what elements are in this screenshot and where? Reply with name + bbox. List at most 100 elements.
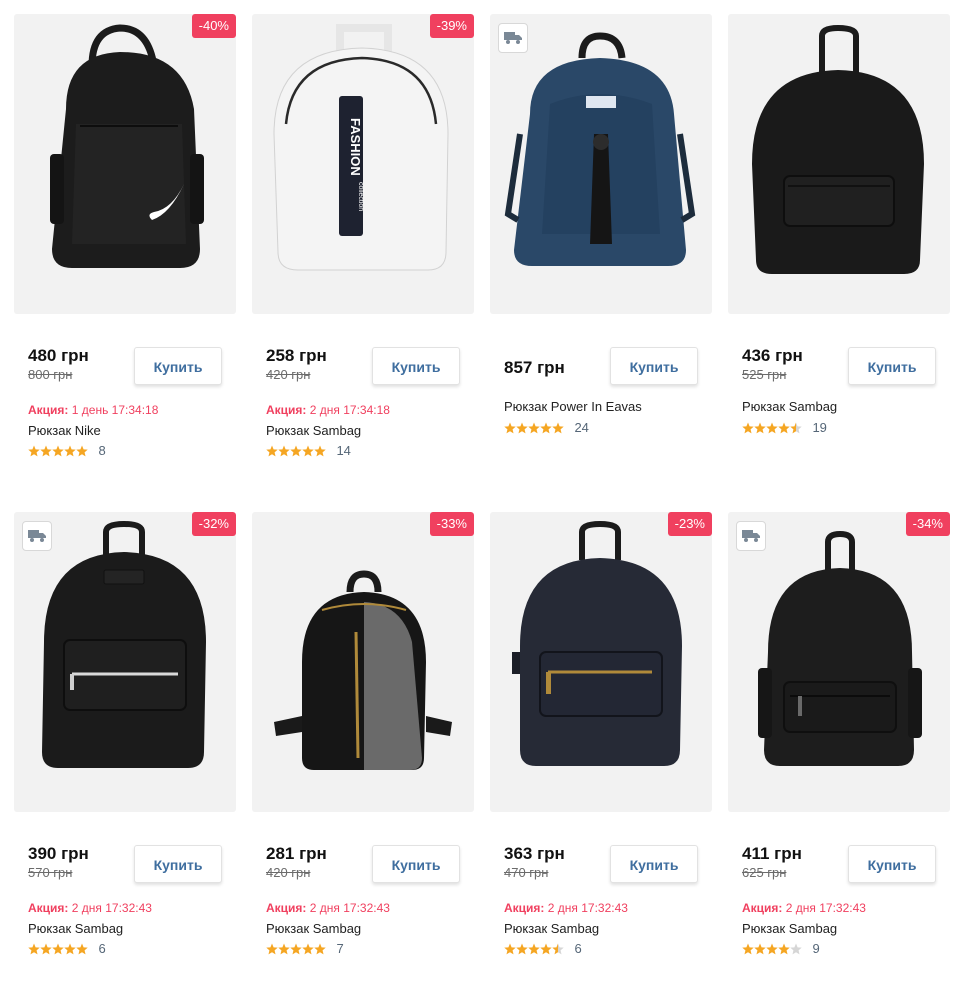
star-icon [528, 943, 540, 955]
price: 281 грн [266, 844, 327, 863]
star-icon [516, 943, 528, 955]
buy-button[interactable]: Купить [134, 845, 222, 883]
truck-icon [742, 530, 760, 542]
discount-badge: -34% [905, 512, 950, 536]
buy-button[interactable]: Купить [372, 347, 460, 385]
product-name[interactable]: Рюкзак Sambag [266, 422, 361, 440]
star-icon [754, 943, 766, 955]
product-image[interactable]: -40% [14, 14, 236, 314]
product-name[interactable]: Рюкзак Sambag [742, 920, 837, 938]
star-icon [766, 422, 778, 434]
product-image[interactable]: -23% [490, 512, 712, 812]
star-icon [52, 943, 64, 955]
old-price: 570 грн [28, 865, 73, 880]
product-name[interactable]: Рюкзак Sambag [742, 398, 837, 416]
price-block: 363 грн 470 грн [504, 844, 614, 882]
backpack-image [42, 520, 206, 768]
buy-button[interactable]: Купить [610, 845, 698, 883]
star-icon [314, 943, 326, 955]
discount-badge: -40% [191, 14, 236, 38]
backpack-image [274, 570, 452, 770]
rating: 6 [28, 941, 106, 957]
product-card[interactable]: 436 грн 525 грн Купить Рюкзак Sambag 19 [728, 14, 950, 484]
star-icon [540, 943, 552, 955]
product-card[interactable]: -32% 390 грн 570 грн Купить Акция: 2 дня… [14, 512, 236, 982]
review-count[interactable]: 6 [574, 941, 581, 957]
product-name[interactable]: Рюкзак Nike [28, 422, 101, 440]
product-card[interactable]: 857 грн Купить Рюкзак Power In Eavas 24 [490, 14, 712, 484]
product-name[interactable]: Рюкзак Sambag [28, 920, 123, 938]
star-icon [40, 445, 52, 457]
rating-stars [28, 445, 88, 457]
review-count[interactable]: 19 [812, 420, 826, 436]
review-count[interactable]: 6 [98, 941, 105, 957]
old-price: 625 грн [742, 865, 787, 880]
promo-time: 1 день 17:34:18 [71, 403, 159, 417]
rating: 9 [742, 941, 820, 957]
product-name[interactable]: Рюкзак Sambag [266, 920, 361, 938]
buy-button[interactable]: Купить [848, 347, 936, 385]
star-icon [552, 422, 564, 434]
rating: 6 [504, 941, 582, 957]
product-card[interactable]: FASHION collection -39% 258 грн 420 грн … [252, 14, 474, 484]
product-image[interactable] [728, 14, 950, 314]
truck-icon [504, 32, 522, 44]
review-count[interactable]: 14 [336, 443, 350, 459]
review-count[interactable]: 8 [98, 443, 105, 459]
star-icon [742, 943, 754, 955]
star-icon [516, 422, 528, 434]
price: 390 грн [28, 844, 89, 863]
star-icon [314, 445, 326, 457]
promo-timer: Акция: 1 день 17:34:18 [28, 402, 158, 418]
star-icon [52, 445, 64, 457]
price-block: 390 грн 570 грн [28, 844, 138, 882]
promo-label: Акция: [266, 403, 307, 417]
review-count[interactable]: 7 [336, 941, 343, 957]
product-image[interactable]: -33% [252, 512, 474, 812]
price: 411 грн [742, 844, 802, 863]
product-image[interactable]: -34% [728, 512, 950, 812]
review-count[interactable]: 9 [812, 941, 819, 957]
star-icon [778, 943, 790, 955]
bag-collection-text: collection [357, 182, 364, 211]
star-icon [754, 422, 766, 434]
discount-badge: -32% [191, 512, 236, 536]
buy-button[interactable]: Купить [134, 347, 222, 385]
product-card[interactable]: -40% 480 грн 800 грн Купить Акция: 1 ден… [14, 14, 236, 484]
price-block: 436 грн 525 грн [742, 346, 852, 384]
buy-button[interactable]: Купить [610, 347, 698, 385]
bag-fashion-text: FASHION [348, 118, 363, 176]
review-count[interactable]: 24 [574, 420, 588, 436]
product-name[interactable]: Рюкзак Power In Eavas [504, 398, 642, 416]
star-icon [790, 943, 802, 955]
star-icon [76, 445, 88, 457]
delivery-badge [498, 23, 528, 53]
product-image[interactable] [490, 14, 712, 314]
product-image[interactable]: -32% [14, 512, 236, 812]
promo-timer: Акция: 2 дня 17:32:43 [742, 900, 866, 916]
price-block: 281 грн 420 грн [266, 844, 376, 882]
promo-label: Акция: [266, 901, 307, 915]
buy-button[interactable]: Купить [848, 845, 936, 883]
promo-time: 2 дня 17:32:43 [71, 901, 152, 915]
discount-badge: -33% [429, 512, 474, 536]
star-icon [278, 943, 290, 955]
star-icon [28, 445, 40, 457]
product-card[interactable]: -23% 363 грн 470 грн Купить Акция: 2 дня… [490, 512, 712, 982]
price-block: 857 грн [504, 346, 614, 378]
product-image[interactable]: FASHION collection -39% [252, 14, 474, 314]
star-icon [290, 445, 302, 457]
product-name[interactable]: Рюкзак Sambag [504, 920, 599, 938]
truck-icon [28, 530, 46, 542]
old-price: 420 грн [266, 367, 311, 382]
star-icon [778, 422, 790, 434]
product-card[interactable]: -33% 281 грн 420 грн Купить Акция: 2 дня… [252, 512, 474, 982]
promo-time: 2 дня 17:32:43 [547, 901, 628, 915]
backpack-image [758, 530, 922, 766]
rating: 19 [742, 420, 827, 436]
star-icon [290, 943, 302, 955]
buy-button[interactable]: Купить [372, 845, 460, 883]
backpack-image [504, 32, 696, 266]
product-card[interactable]: -34% 411 грн 625 грн Купить Акция: 2 дня… [728, 512, 950, 982]
price-block: 258 грн 420 грн [266, 346, 376, 384]
